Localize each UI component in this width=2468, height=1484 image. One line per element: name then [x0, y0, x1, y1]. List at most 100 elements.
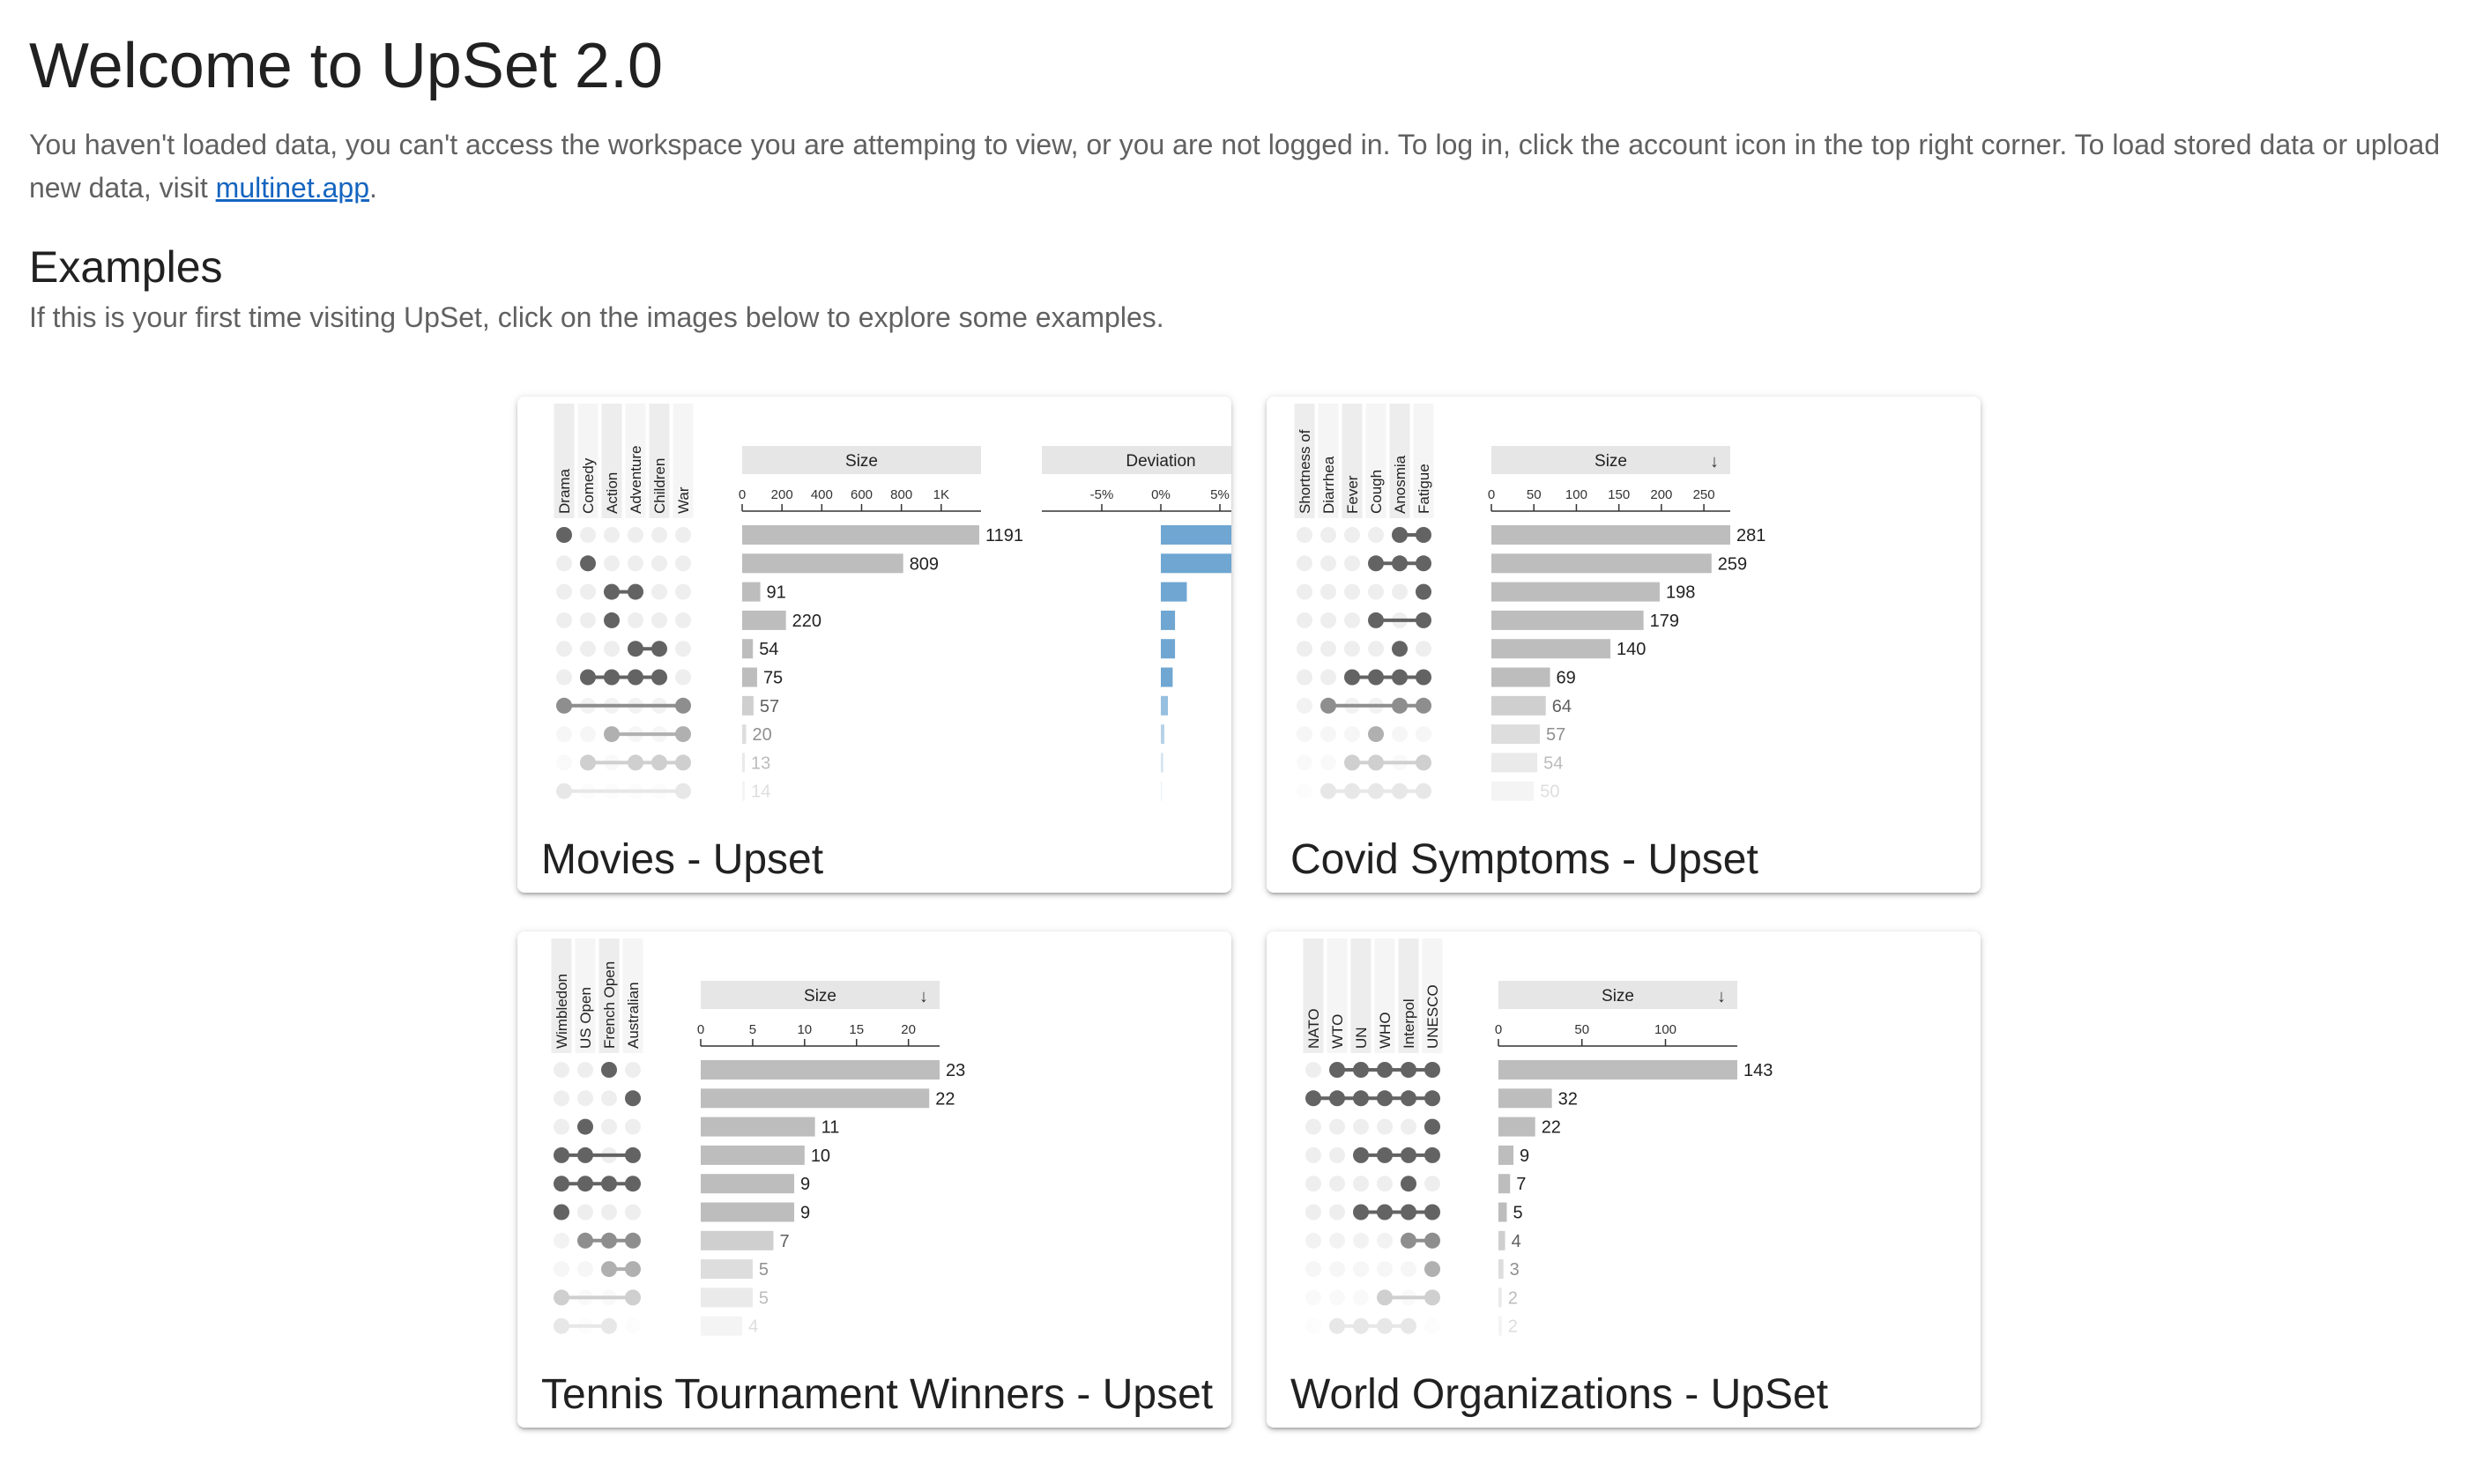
set-dot-empty [1353, 1118, 1369, 1135]
set-dot-filled [1344, 754, 1360, 771]
size-axis-tick-label: 1K [933, 487, 949, 502]
upset-row: 198 [1297, 582, 1695, 603]
set-dot-empty [651, 555, 667, 572]
size-value-label: 22 [935, 1089, 955, 1109]
deviation-axis-tick-label: 0% [1151, 487, 1171, 502]
size-bar [1491, 610, 1644, 630]
upset-row: 20 [556, 724, 1165, 745]
upset-row: 259 [1297, 553, 1747, 574]
set-dot-empty [1297, 669, 1312, 686]
set-dot-empty [1297, 555, 1312, 572]
set-dot-filled [1392, 669, 1408, 686]
set-dot-empty [1377, 1232, 1393, 1249]
example-card-movies[interactable]: Drama Comedy Action Adventure Children War Siz… [517, 397, 1231, 893]
size-bar [701, 1316, 743, 1336]
set-dot-empty [554, 1062, 569, 1078]
size-value-label: 32 [1558, 1089, 1578, 1109]
set-dot-empty [675, 555, 691, 572]
set-dot-empty [628, 527, 643, 543]
set-dot-filled [675, 754, 691, 771]
size-axis-tick-label: 0 [697, 1022, 704, 1037]
set-label: Anosmia [1392, 455, 1409, 514]
sort-down-icon: ↓ [1710, 452, 1719, 471]
size-axis-tick-label: 100 [1565, 487, 1587, 502]
set-dot-empty [1297, 583, 1312, 600]
size-bar [1491, 639, 1611, 659]
set-dot-empty [1305, 1232, 1321, 1249]
size-bar [701, 1060, 940, 1080]
set-dot-filled [1377, 1317, 1393, 1334]
size-bar [742, 639, 754, 659]
set-dot-filled [1344, 783, 1360, 799]
set-dot-filled [651, 669, 667, 686]
set-label: UNESCO [1424, 984, 1441, 1049]
set-dot-empty [1353, 1289, 1369, 1306]
upset-row: 4 [1305, 1230, 1521, 1251]
set-dot-empty [625, 1062, 641, 1078]
size-bar [742, 781, 746, 801]
set-label: Drama [556, 468, 573, 514]
set-dot-empty [675, 669, 691, 686]
set-label: NATO [1305, 1008, 1322, 1049]
set-dot-filled [554, 1204, 569, 1221]
set-dot-filled [1377, 1062, 1393, 1078]
upset-row: 10 [554, 1145, 830, 1166]
set-dot-empty [580, 583, 596, 600]
upset-row: 54 [556, 639, 1176, 659]
set-dot-empty [577, 1090, 593, 1107]
size-bar [1491, 525, 1730, 545]
set-dot-filled [1424, 1118, 1440, 1135]
example-card-tennis[interactable]: Wimbledon US Open French Open Australian Siz… [517, 931, 1231, 1428]
set-dot-filled [604, 726, 620, 743]
set-dot-filled [1377, 1204, 1393, 1221]
set-dot-empty [1320, 555, 1336, 572]
size-bar [1491, 582, 1660, 602]
set-dot-filled [1377, 1146, 1393, 1163]
upset-row: 2 [1305, 1316, 1518, 1337]
set-dot-filled [675, 726, 691, 743]
size-value-label: 1191 [985, 526, 1023, 545]
upset-row: 9 [1305, 1145, 1529, 1166]
set-dot-empty [1401, 1261, 1416, 1278]
set-label: Fever [1344, 475, 1361, 514]
size-bar [701, 1202, 795, 1222]
size-bar [1498, 1259, 1504, 1280]
size-axis-tick-label: 0 [1488, 487, 1495, 502]
set-dot-empty [1305, 1118, 1321, 1135]
set-dot-empty [1392, 583, 1408, 600]
size-value-label: 198 [1666, 583, 1695, 603]
upset-row: 281 [1297, 525, 1766, 545]
upset-row: 75 [556, 667, 1173, 688]
set-dot-filled [1353, 1204, 1369, 1221]
size-bar [1491, 553, 1712, 574]
size-value-label: 9 [800, 1204, 810, 1223]
size-value-label: 20 [753, 725, 772, 745]
upset-row: 64 [1297, 695, 1572, 716]
example-card-covid[interactable]: Shortness of Diarrhea Fever Cough Anosmia Fat… [1267, 397, 1981, 893]
set-dot-empty [1344, 583, 1360, 600]
set-dot-filled [1368, 754, 1384, 771]
set-dot-filled [1416, 527, 1431, 543]
size-axis-tick-label: 200 [771, 487, 793, 502]
size-bar [1498, 1145, 1514, 1165]
set-dot-empty [1344, 612, 1360, 628]
set-dot-filled [1392, 697, 1408, 714]
set-dot-filled [625, 1232, 641, 1249]
size-axis-tick-label: 5 [749, 1022, 756, 1037]
set-dot-empty [580, 641, 596, 657]
upset-row: 69 [1297, 667, 1576, 688]
size-bar [1491, 695, 1546, 716]
size-value-label: 14 [751, 783, 770, 802]
upset-row: 9 [554, 1202, 810, 1223]
size-value-label: 50 [1540, 783, 1559, 802]
upset-row: 809 [556, 553, 1231, 574]
set-dot-filled [554, 1146, 569, 1163]
set-dot-empty [1424, 1176, 1440, 1192]
set-dot-filled [577, 1176, 593, 1192]
example-card-world-orgs[interactable]: NATO WTO UN WHO Interpol UNESCO Size ↓ 0 50 100 143… [1267, 931, 1981, 1428]
set-dot-empty [1368, 583, 1384, 600]
set-dot-filled [1368, 726, 1384, 743]
multinet-link[interactable]: multinet.app [216, 172, 369, 204]
size-axis-tick-label: 200 [1650, 487, 1672, 502]
set-dot-filled [1329, 1062, 1345, 1078]
